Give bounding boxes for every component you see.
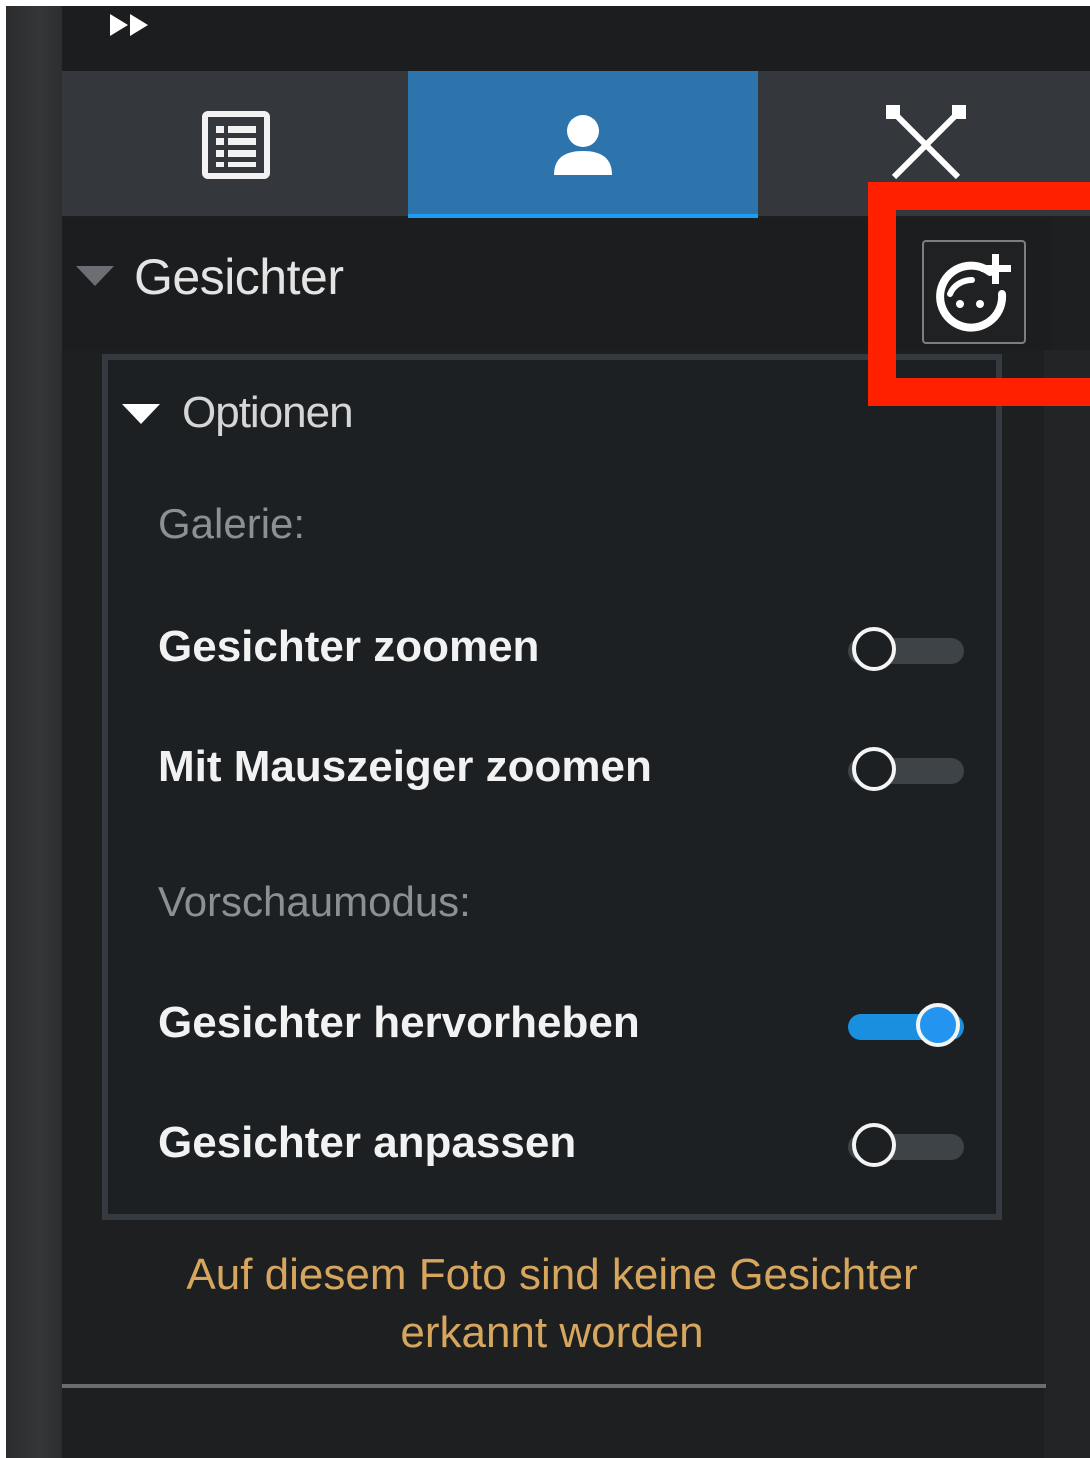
- option-row-zoom-faces: Gesichter zoomen: [108, 610, 996, 690]
- chevron-down-icon: [122, 404, 160, 424]
- tab-info[interactable]: [62, 71, 408, 216]
- cross-nodes-icon: [886, 105, 966, 180]
- double-chevron-right-icon[interactable]: [108, 10, 158, 40]
- option-label: Mit Mauszeiger zoomen: [158, 742, 652, 791]
- toggle-fit-faces[interactable]: [844, 1122, 968, 1172]
- toggle-knob: [852, 1123, 896, 1167]
- toggle-mouse-zoom[interactable]: [844, 746, 968, 796]
- toggle-knob: [852, 627, 896, 671]
- option-row-mouse-zoom: Mit Mauszeiger zoomen: [108, 730, 996, 810]
- preview-mode-label: Vorschaumodus:: [158, 878, 471, 925]
- section-title: Gesichter: [134, 249, 344, 305]
- toggle-highlight-faces[interactable]: [844, 1002, 968, 1052]
- scrollbar[interactable]: [1044, 350, 1090, 1458]
- left-rail: [6, 6, 62, 1458]
- options-box: Optionen Galerie: Gesichter zoomen Mit M…: [102, 354, 1002, 1220]
- no-faces-message: Auf diesem Foto sind keine Gesichter erk…: [102, 1246, 1002, 1362]
- panel-tabs: [62, 71, 1090, 220]
- tab-geo[interactable]: [758, 71, 1090, 216]
- options-title: Optionen: [182, 388, 354, 437]
- panel-topbar: [62, 6, 1090, 71]
- option-row-highlight-faces: Gesichter hervorheben: [108, 986, 996, 1066]
- message-line: erkannt worden: [400, 1308, 704, 1357]
- list-icon: [202, 111, 270, 179]
- option-label: Gesichter zoomen: [158, 622, 540, 671]
- faces-panel: Gesichter Optionen Galerie: Gesichter zo…: [62, 6, 1090, 1458]
- toggle-zoom-faces[interactable]: [844, 626, 968, 676]
- person-icon: [554, 115, 612, 175]
- add-face-button[interactable]: [922, 240, 1026, 344]
- faces-section-header[interactable]: Gesichter: [62, 218, 1078, 478]
- option-label: Gesichter anpassen: [158, 1118, 577, 1167]
- option-label: Gesichter hervorheben: [158, 998, 640, 1047]
- app-frame: Gesichter Optionen Galerie: Gesichter zo…: [0, 0, 1090, 1458]
- divider: [62, 1384, 1046, 1388]
- option-row-fit-faces: Gesichter anpassen: [108, 1106, 996, 1186]
- options-header[interactable]: Optionen: [108, 360, 996, 460]
- toggle-knob: [916, 1003, 960, 1047]
- gallery-label: Galerie:: [158, 500, 306, 547]
- message-line: Auf diesem Foto sind keine Gesichter: [186, 1250, 918, 1299]
- add-face-icon: [936, 254, 1011, 332]
- chevron-down-icon: [76, 266, 114, 286]
- tab-people[interactable]: [408, 71, 758, 220]
- toggle-knob: [852, 747, 896, 791]
